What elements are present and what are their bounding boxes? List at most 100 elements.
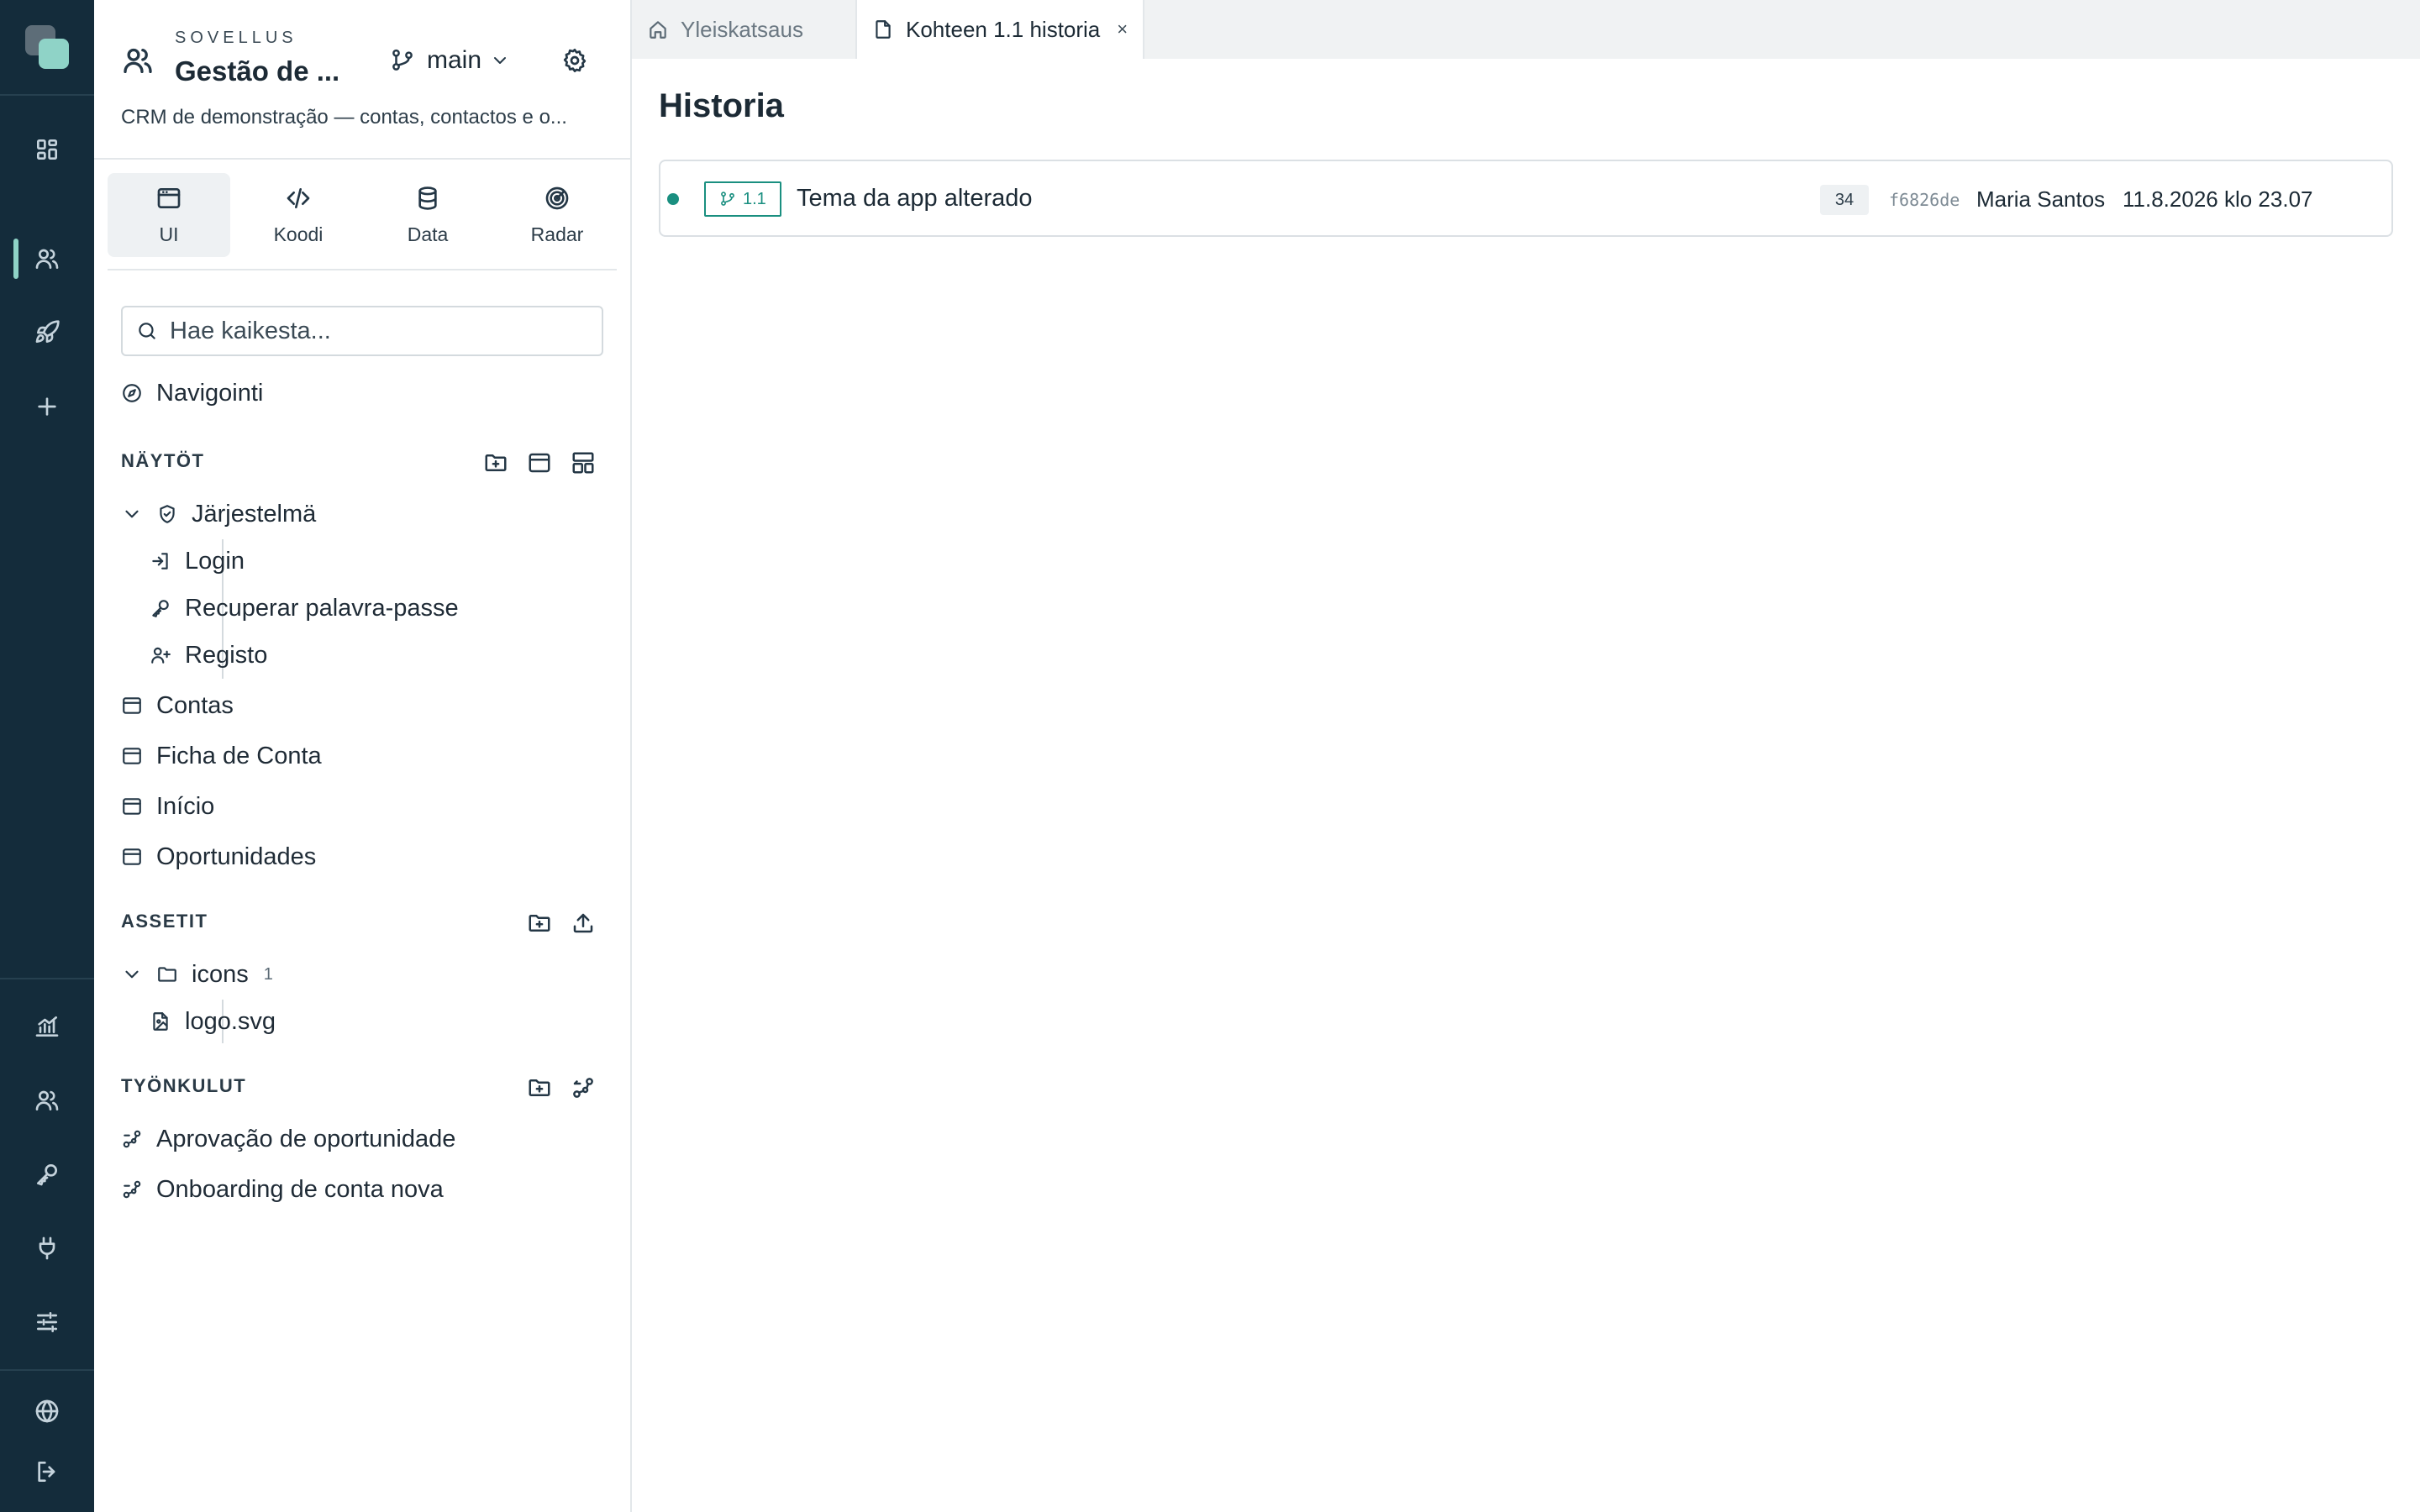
rocket-icon <box>35 320 60 343</box>
app-kicker: SOVELLUS <box>175 29 297 47</box>
chevron-down-icon <box>125 970 139 979</box>
tab-overview[interactable]: Yleiskatsaus <box>632 0 855 59</box>
navigation-rail <box>0 0 94 1512</box>
app-logo[interactable] <box>24 24 71 71</box>
screen-item[interactable]: Contas <box>121 685 234 726</box>
new-screen-folder-button[interactable] <box>479 446 513 480</box>
file-icon <box>876 20 891 39</box>
rail-dashboard-button[interactable] <box>0 116 94 183</box>
app-description: CRM de demonstração — contas, contactos … <box>121 106 567 129</box>
chevron-down-icon <box>125 510 139 518</box>
app-name: Gestão de ... <box>175 55 340 87</box>
mode-tab-radar[interactable]: Radar <box>496 173 618 257</box>
screen-item[interactable]: Ficha de Conta <box>121 736 322 776</box>
rail-keys-button[interactable] <box>0 1141 94 1208</box>
screen-item-label: Recuperar palavra-passe <box>185 594 459 622</box>
tab-label: Kohteen 1.1 historia <box>906 16 1101 42</box>
new-workflow-folder-button[interactable] <box>523 1071 556 1105</box>
version-number: 1.1 <box>743 189 766 208</box>
key-icon <box>37 1164 57 1186</box>
new-layout-button[interactable] <box>566 446 600 480</box>
screen-item-label: Login <box>185 547 245 575</box>
code-icon <box>287 187 310 208</box>
users-icon <box>35 249 59 269</box>
rail-language-button[interactable] <box>0 1378 94 1445</box>
radar-icon <box>545 186 569 209</box>
mode-tab-code[interactable]: Koodi <box>237 173 360 257</box>
folder-plus-icon <box>529 1079 550 1096</box>
mode-tab-ui[interactable]: UI <box>108 173 230 257</box>
screen-group-system[interactable]: Järjestelmä <box>121 494 316 534</box>
user-plus-icon <box>151 647 171 664</box>
rail-settings-button[interactable] <box>0 1289 94 1356</box>
history-entry[interactable]: 1.1 Tema da app alterado 34 f6826de Mari… <box>659 160 2393 237</box>
window-icon <box>123 848 141 865</box>
new-screen-button[interactable] <box>523 446 556 480</box>
screen-item[interactable]: Início <box>121 786 214 827</box>
screen-item-label: Registo <box>185 641 268 669</box>
compass-icon <box>123 384 141 402</box>
upload-asset-button[interactable] <box>566 906 600 940</box>
assets-section-title: ASSETIT <box>121 911 208 932</box>
home-icon <box>650 21 666 39</box>
layout-icon <box>572 452 594 474</box>
login-icon <box>152 553 168 570</box>
sliders-icon <box>37 1312 57 1332</box>
chevron-down-icon <box>494 57 507 64</box>
new-workflow-button[interactable] <box>566 1071 600 1105</box>
asset-file-item[interactable]: logo.svg <box>150 1001 276 1042</box>
commit-date: 11.8.2026 klo 23.07 <box>2123 186 2313 212</box>
branch-selector[interactable]: main <box>390 42 510 79</box>
rail-add-button[interactable] <box>0 373 94 440</box>
mode-tab-label: Data <box>407 223 449 245</box>
window-icon <box>123 798 141 815</box>
commit-author: Maria Santos <box>1976 186 2106 212</box>
history-message: Tema da app alterado <box>797 185 1033 212</box>
folder-plus-icon <box>529 915 550 932</box>
rail-apps-button[interactable] <box>0 225 94 292</box>
new-asset-folder-button[interactable] <box>523 906 556 940</box>
rail-logout-button[interactable] <box>0 1438 94 1505</box>
screen-item-label: Ficha de Conta <box>156 742 322 769</box>
workflow-item[interactable]: Onboarding de conta nova <box>121 1169 444 1210</box>
navigation-label: Navigointi <box>156 379 264 407</box>
workflow-item-label: Aprovação de oportunidade <box>156 1125 456 1152</box>
rail-integrations-button[interactable] <box>0 1215 94 1282</box>
mode-tab-data[interactable]: Data <box>366 173 489 257</box>
app-settings-button[interactable] <box>556 42 593 79</box>
window-icon <box>529 453 550 473</box>
search-placeholder: Hae kaikesta... <box>170 317 331 344</box>
dashboard-icon <box>36 139 57 160</box>
screen-item-label: Contas <box>156 691 234 719</box>
screen-item-password-recovery[interactable]: Recuperar palavra-passe <box>150 588 459 628</box>
screen-item-label: Oportunidades <box>156 843 317 870</box>
globe-icon <box>35 1399 59 1423</box>
users-icon <box>124 48 152 74</box>
window-icon <box>123 697 141 714</box>
file-image-icon <box>153 1012 168 1031</box>
key-icon <box>152 600 169 617</box>
screen-item-register[interactable]: Registo <box>150 635 267 675</box>
workflow-icon <box>123 1130 141 1148</box>
screen-item[interactable]: Oportunidades <box>121 837 316 877</box>
rail-users-button[interactable] <box>0 1067 94 1134</box>
workflow-item[interactable]: Aprovação de oportunidade <box>121 1119 455 1159</box>
search-icon <box>139 323 155 339</box>
editor-tab-bar: Yleiskatsaus Kohteen 1.1 historia × <box>632 0 2420 59</box>
screen-item-login[interactable]: Login <box>150 541 245 581</box>
navigation-item[interactable]: Navigointi <box>121 373 263 413</box>
search-box[interactable]: Hae kaikesta... <box>121 306 603 356</box>
workflows-section-title: TYÖNKULUT <box>121 1075 247 1096</box>
mode-tab-label: Koodi <box>273 223 324 245</box>
change-count-badge: 34 <box>1820 185 1869 215</box>
status-dot <box>667 193 679 205</box>
rail-analytics-button[interactable] <box>0 993 94 1060</box>
upload-icon <box>573 913 593 933</box>
tab-history[interactable]: Kohteen 1.1 historia × <box>855 0 1144 59</box>
close-tab-button[interactable]: × <box>1117 18 1128 40</box>
asset-folder-icons[interactable]: icons 1 <box>121 954 273 995</box>
screens-section-title: NÄYTÖT <box>121 450 205 471</box>
rail-deploy-button[interactable] <box>0 299 94 366</box>
workflow-item-label: Onboarding de conta nova <box>156 1175 444 1203</box>
version-badge: 1.1 <box>704 181 781 217</box>
